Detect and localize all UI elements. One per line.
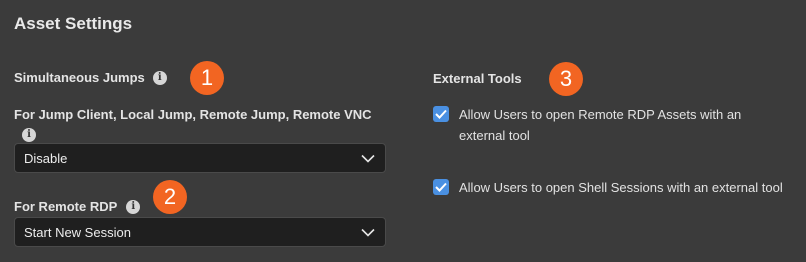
remote-rdp-select[interactable]: Start New Session [14,217,386,247]
info-icon[interactable]: i [126,199,141,214]
checkmark-icon [435,182,447,192]
rdp-external-tool-option: Allow Users to open Remote RDP Assets wi… [433,104,789,146]
callout-badge-1: 1 [190,61,224,95]
info-icon[interactable]: i [22,128,36,142]
callout-badge-3: 3 [549,62,583,96]
jump-client-label-wrap: For Jump Client, Local Jump, Remote Jump… [14,107,386,142]
remote-rdp-selected-value: Start New Session [24,224,131,240]
callout-badge-2: 2 [153,180,187,214]
page-title: Asset Settings [14,14,133,33]
jump-client-label: For Jump Client, Local Jump, Remote Jump… [14,107,372,122]
remote-rdp-heading: For Remote RDP i [14,199,141,214]
external-tools-heading: External Tools [433,71,522,86]
checkmark-icon [435,109,447,119]
jump-client-select[interactable]: Disable [14,143,386,173]
shell-external-tool-label: Allow Users to open Shell Sessions with … [459,180,783,195]
rdp-external-tool-label: Allow Users to open Remote RDP Assets wi… [459,107,742,143]
remote-rdp-label: For Remote RDP [14,199,118,214]
simultaneous-jumps-label: Simultaneous Jumps [14,70,145,85]
rdp-external-tool-checkbox[interactable] [433,106,449,122]
chevron-down-icon [361,154,375,163]
chevron-down-icon [361,228,375,237]
info-icon[interactable]: i [152,70,167,85]
external-tools-label: External Tools [433,71,522,86]
simultaneous-jumps-heading: Simultaneous Jumps i [14,70,167,85]
shell-external-tool-option: Allow Users to open Shell Sessions with … [433,177,789,198]
jump-client-selected-value: Disable [24,150,68,166]
shell-external-tool-checkbox[interactable] [433,179,449,195]
